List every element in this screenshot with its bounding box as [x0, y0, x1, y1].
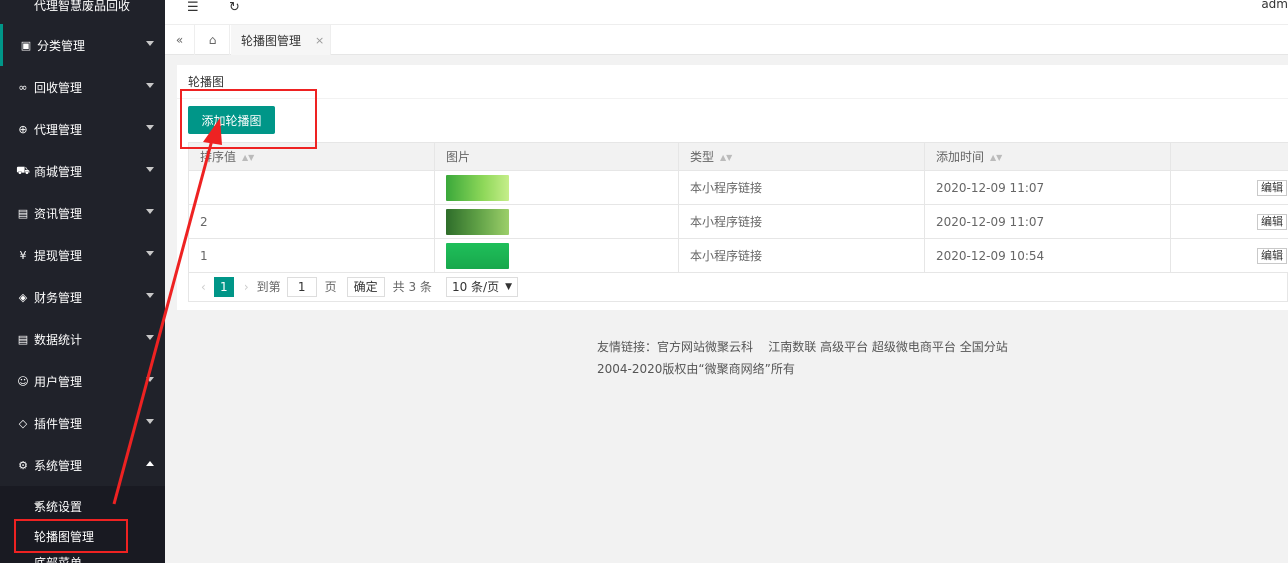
annotation-arrow — [112, 118, 222, 505]
